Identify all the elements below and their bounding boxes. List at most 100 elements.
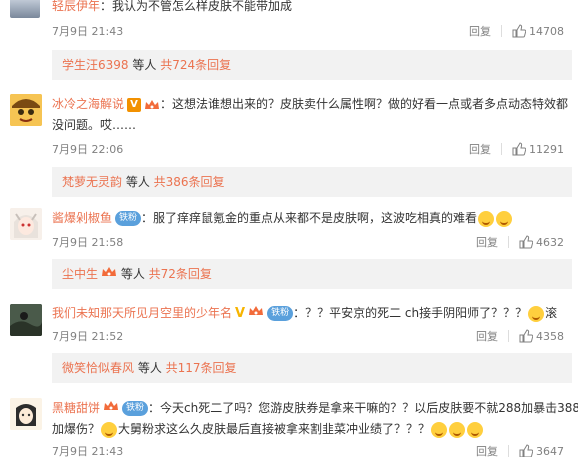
comment-actions: 回复 11291: [469, 141, 564, 157]
comment-actions: 回复 3647: [476, 443, 564, 457]
comment-actions: 回复 14708: [469, 23, 564, 39]
thumbs-up-icon: [512, 142, 526, 156]
avatar[interactable]: [10, 0, 40, 18]
comment-actions: 回复 4632: [476, 234, 564, 250]
laugh-emoji-icon: [528, 305, 545, 322]
comment-date: 7月9日 21:43: [52, 25, 124, 38]
vip-badge: [144, 98, 160, 112]
divider: [508, 236, 509, 248]
vip-badge: [248, 304, 264, 324]
laugh-emoji-icon: [467, 421, 484, 438]
reply-summary[interactable]: 微笑恰似春风 等人 共117条回复: [52, 353, 572, 383]
laugh-emoji-icon: [101, 421, 118, 438]
comment-date: 7月9日 22:06: [52, 143, 124, 156]
reply-count-link[interactable]: 共117条回复: [166, 361, 237, 375]
laugh-emoji-icon: [431, 421, 448, 438]
divider: [501, 143, 502, 155]
comment-username[interactable]: 我们未知那天所见月空里的少年名: [52, 306, 232, 320]
reply-button[interactable]: 回复: [476, 443, 498, 457]
vip-crown-icon: [104, 400, 119, 410]
laugh-emoji-icon: [449, 421, 466, 438]
reply-summary[interactable]: 尘中生 等人 共72条回复: [52, 259, 572, 289]
comment-username[interactable]: 酱爆剁椒鱼: [52, 211, 112, 225]
comment-meta: 7月9日 21:43 回复 3647: [52, 443, 572, 457]
comment-username[interactable]: 轻辰伊年: [52, 0, 100, 13]
like-button[interactable]: 4358: [519, 329, 564, 343]
avatar-anime-icon: [10, 208, 42, 240]
comment-text-continued: 加爆伤？: [52, 422, 101, 436]
like-count: 4358: [536, 329, 564, 343]
thumbs-up-icon: [519, 235, 533, 249]
reply-mid-text: 等人: [122, 175, 154, 189]
reply-username[interactable]: 学生汪6398: [62, 58, 129, 72]
reply-username[interactable]: 微笑恰似春风: [62, 361, 134, 375]
comment-text: ：今天ch死二了吗？您游皮肤券是拿来干嘛的？？以后皮肤要不就288加暴击388: [148, 401, 578, 415]
fan-badge: 铁粉: [267, 306, 294, 321]
vip-crown-icon: [249, 305, 264, 315]
reply-summary[interactable]: 梵萝无灵韵 等人 共386条回复: [52, 167, 572, 197]
comment-meta: 7月9日 22:06 回复 11291: [52, 141, 572, 157]
verified-v-icon: V: [235, 305, 246, 321]
comment-meta: 7月9日 21:52 回复 4358: [52, 328, 572, 344]
comment-line-2: 加爆伤？ 大舅粉求这么久皮肤最后直接被拿来割韭菜冲业绩了？？？: [52, 419, 572, 439]
fan-badge: 铁粉: [115, 211, 142, 226]
comment-text: ：？？平安京的死二 ch接手阴阳师了？？？: [293, 306, 528, 320]
avatar-anime-icon: [10, 398, 42, 430]
reply-count-link[interactable]: 共724条回复: [160, 58, 231, 72]
like-button[interactable]: 4632: [519, 235, 564, 249]
comment-line: 冰冷之海解说 V ：这想法谁想出来的？皮肤卖什么属性啊？做的好看一点或者多点动态特…: [52, 94, 572, 114]
comment-actions: 回复 4358: [476, 328, 564, 344]
comment-meta: 7月9日 21:58 回复 4632: [52, 234, 572, 250]
like-count: 3647: [536, 444, 564, 457]
avatar-photo-icon: [10, 304, 42, 336]
like-button[interactable]: 3647: [519, 444, 564, 457]
like-button[interactable]: 14708: [512, 24, 564, 38]
reply-username[interactable]: 尘中生: [62, 267, 98, 281]
like-count: 11291: [529, 142, 564, 156]
vip-badge: [101, 260, 117, 290]
comment-line-2: 没问题。哎……: [52, 115, 572, 135]
comment-text: ：我认为不管怎么样皮肤不能带加成: [100, 0, 293, 13]
reply-button[interactable]: 回复: [476, 328, 498, 344]
like-count: 4632: [536, 235, 564, 249]
avatar[interactable]: [10, 398, 42, 430]
reply-count-link[interactable]: 共386条回复: [154, 175, 225, 189]
reply-button[interactable]: 回复: [469, 141, 491, 157]
divider: [508, 445, 509, 457]
divider: [508, 330, 509, 342]
comment-line: 轻辰伊年：我认为不管怎么样皮肤不能带加成: [52, 0, 572, 16]
comment-username[interactable]: 黑糖甜饼: [52, 401, 100, 415]
reply-count-link[interactable]: 共72条回复: [149, 267, 212, 281]
thumbs-up-icon: [512, 24, 526, 38]
avatar[interactable]: [10, 94, 42, 126]
avatar[interactable]: [10, 304, 42, 336]
comment-date: 7月9日 21:43: [52, 445, 124, 457]
reply-summary[interactable]: 学生汪6398 等人 共724条回复: [52, 50, 572, 80]
comment-text-tail: 滚: [545, 306, 558, 320]
vip-badge: [103, 399, 119, 419]
avatar[interactable]: [10, 208, 42, 240]
reply-mid-text: 等人: [128, 58, 161, 72]
comment-text-continued-2: 大舅粉求这么久皮肤最后直接被拿来割韭菜冲业绩了？？？: [118, 422, 431, 436]
reply-mid-text: 等人: [134, 361, 166, 375]
verified-badge: V: [127, 97, 142, 112]
comment-line: 黑糖甜饼 铁粉 ：今天ch死二了吗？您游皮肤券是拿来干嘛的？？以后皮肤要不就288…: [52, 398, 578, 419]
reply-username[interactable]: 梵萝无灵韵: [62, 175, 122, 189]
reply-button[interactable]: 回复: [469, 23, 491, 39]
comment-line: 我们未知那天所见月空里的少年名 V 铁粉 ：？？平安京的死二 ch接手阴阳师了？？？…: [52, 303, 572, 324]
vip-crown-icon: [102, 266, 117, 276]
vip-crown-icon: [145, 99, 160, 109]
laugh-emoji-icon: [496, 210, 513, 227]
like-count: 14708: [529, 24, 564, 38]
comment-date: 7月9日 21:58: [52, 236, 124, 249]
comment-text-continued: 没问题。哎……: [52, 118, 137, 132]
thumbs-up-icon: [519, 329, 533, 343]
comment-username[interactable]: 冰冷之海解说: [52, 97, 124, 111]
comment-date: 7月9日 21:52: [52, 330, 124, 343]
avatar-face-icon: [10, 94, 42, 126]
thumbs-up-icon: [519, 444, 533, 457]
reply-button[interactable]: 回复: [476, 234, 498, 250]
laugh-emoji-icon: [478, 210, 495, 227]
fan-badge: 铁粉: [122, 401, 149, 416]
like-button[interactable]: 11291: [512, 142, 564, 156]
